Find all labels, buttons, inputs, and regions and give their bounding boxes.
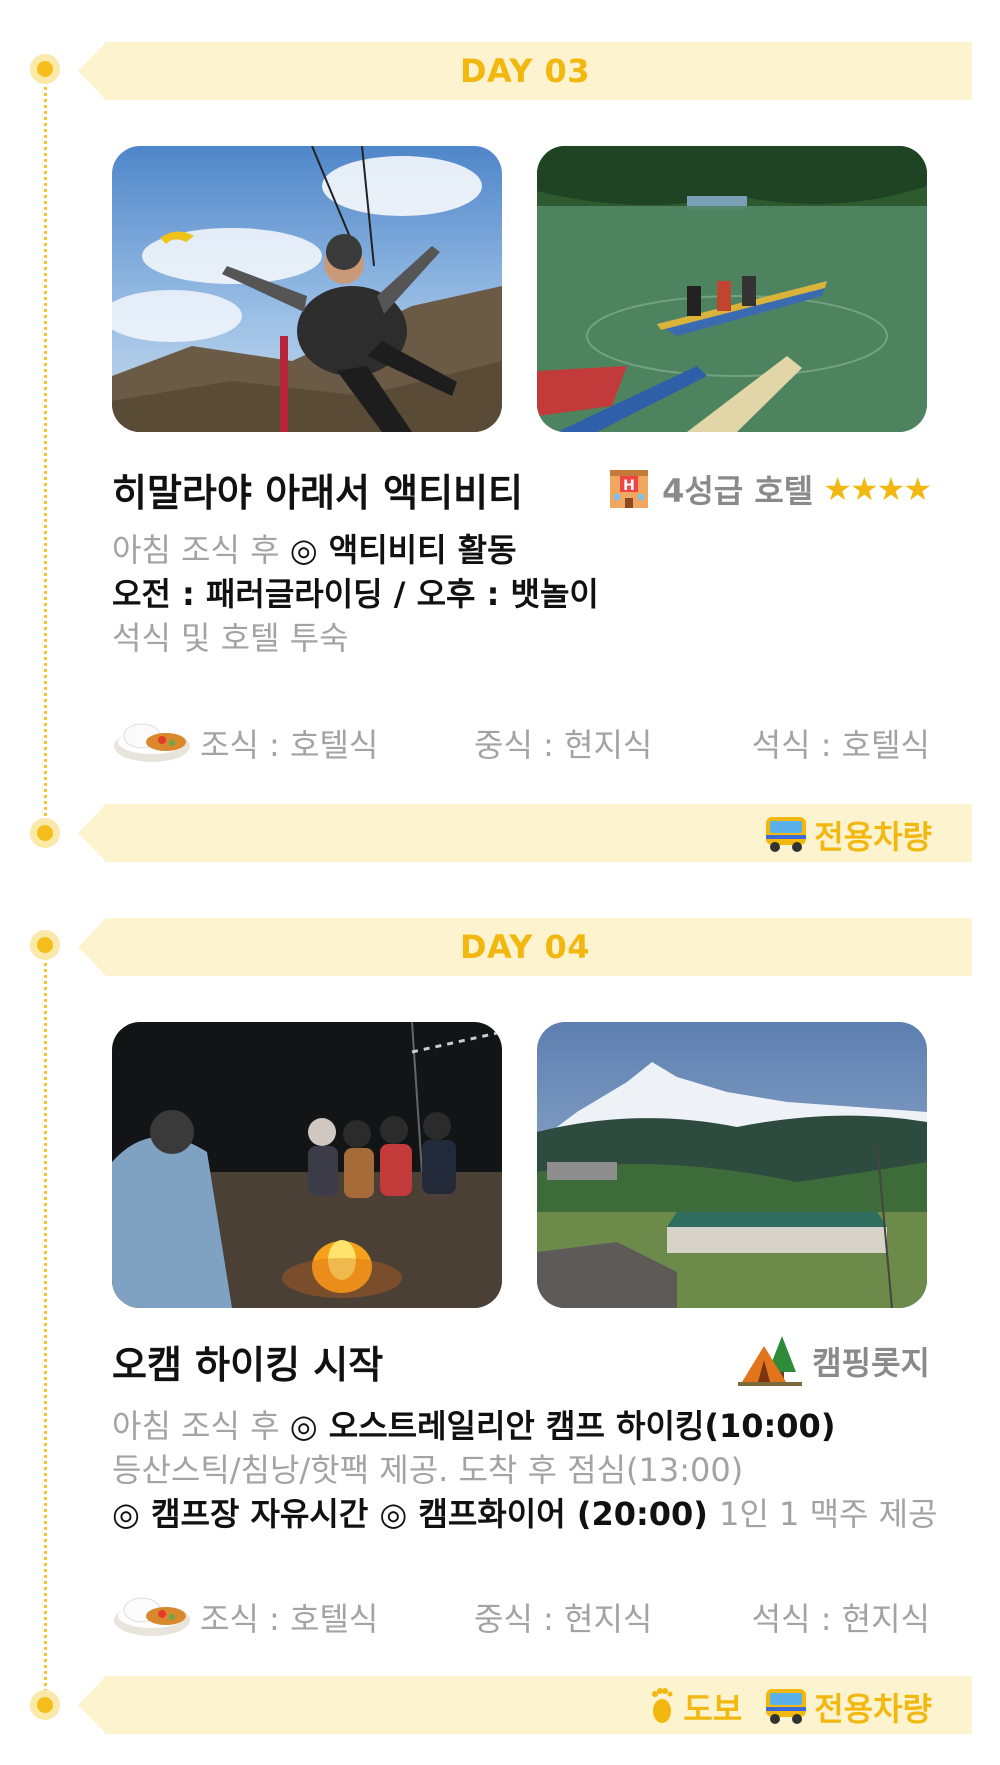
day-title: 오캠 하이킹 시작 [112, 1343, 384, 1387]
transport-item: 전용차량 [764, 812, 932, 858]
footprint-icon [647, 1685, 677, 1729]
meal-breakfast: 조식 : 호텔식 [200, 726, 379, 764]
transport-banner-day3: 전용차량 [78, 804, 972, 862]
campfire-photo [112, 1022, 502, 1308]
timeline-dot [30, 54, 60, 84]
transport-list: 도보 전용차량 [647, 1684, 932, 1730]
bus-icon [764, 813, 808, 857]
transport-banner-day4: 도보 전용차량 [78, 1676, 972, 1734]
svg-text:H: H [623, 478, 635, 494]
day-description: 아침 조식 후 ◎ 오스트레일리안 캠프 하이킹(10:00) 등산스틱/침낭/… [112, 1404, 938, 1536]
description-line: 오전 : 패러글라이딩 / 오후 : 뱃놀이 [112, 575, 599, 613]
curry-rice-icon [112, 1586, 192, 1642]
paragliding-photo [112, 146, 502, 432]
meals-row: 조식 : 호텔식 중식 : 현지식 석식 : 현지식 [112, 1586, 930, 1646]
mountain-lodge-photo [537, 1022, 927, 1308]
curry-rice-icon [112, 712, 192, 768]
description-line: 석식 및 호텔 투숙 [112, 619, 349, 657]
transport-list: 전용차량 [764, 812, 932, 858]
bus-icon [764, 1685, 808, 1729]
timeline-dot [30, 818, 60, 848]
day-label: DAY 03 [459, 52, 591, 90]
star-rating: ★★★★ [823, 470, 932, 508]
meal-dinner: 석식 : 호텔식 [751, 726, 930, 764]
transport-item: 전용차량 [764, 1684, 932, 1730]
stay-info: 캠핑롯지 [738, 1332, 930, 1390]
day-label: DAY 04 [459, 928, 591, 966]
transport-label: 도보 [683, 1690, 743, 1728]
transport-label: 전용차량 [814, 818, 932, 856]
meal-dinner: 석식 : 현지식 [751, 1600, 930, 1638]
camping-tent-icon [738, 1332, 803, 1390]
day-banner-day3: DAY 03 [78, 42, 972, 100]
itinerary-timeline: DAY 03 히말라야 아래서 액티비티 H 4성급 호텔 ★★★★ 아침 조식… [0, 0, 1000, 1765]
description-line: 아침 조식 후 ◎ 오스트레일리안 캠프 하이킹(10:00) [112, 1407, 836, 1445]
stay-label: 캠핑롯지 [812, 1344, 930, 1382]
stay-info: H 4성급 호텔 ★★★★ [606, 464, 932, 514]
meal-breakfast: 조식 : 호텔식 [200, 1600, 379, 1638]
description-line: ◎ 캠프장 자유시간 ◎ 캠프화이어 (20:00) 1인 1 맥주 제공 [112, 1495, 938, 1533]
transport-label: 전용차량 [814, 1690, 932, 1728]
timeline-dot [30, 930, 60, 960]
timeline-line-day3 [44, 76, 47, 834]
description-line: 등산스틱/침낭/핫팩 제공. 도착 후 점심(13:00) [112, 1451, 744, 1489]
day-banner-day4: DAY 04 [78, 918, 972, 976]
day-title: 히말라야 아래서 액티비티 [112, 471, 524, 515]
meal-lunch: 중식 : 현지식 [474, 1600, 653, 1638]
transport-item: 도보 [647, 1684, 742, 1730]
meals-row: 조식 : 호텔식 중식 : 현지식 석식 : 호텔식 [112, 712, 930, 772]
timeline-line-day4 [44, 944, 47, 1704]
day-description: 아침 조식 후 ◎ 액티비티 활동 오전 : 패러글라이딩 / 오후 : 뱃놀이… [112, 528, 599, 660]
boat-lake-photo [537, 146, 927, 432]
stay-label: 4성급 호텔 [662, 472, 814, 510]
description-line: 아침 조식 후 ◎ 액티비티 활동 [112, 531, 517, 569]
timeline-dot [30, 1690, 60, 1720]
hotel-icon: H [606, 464, 652, 514]
meal-lunch: 중식 : 현지식 [474, 726, 653, 764]
